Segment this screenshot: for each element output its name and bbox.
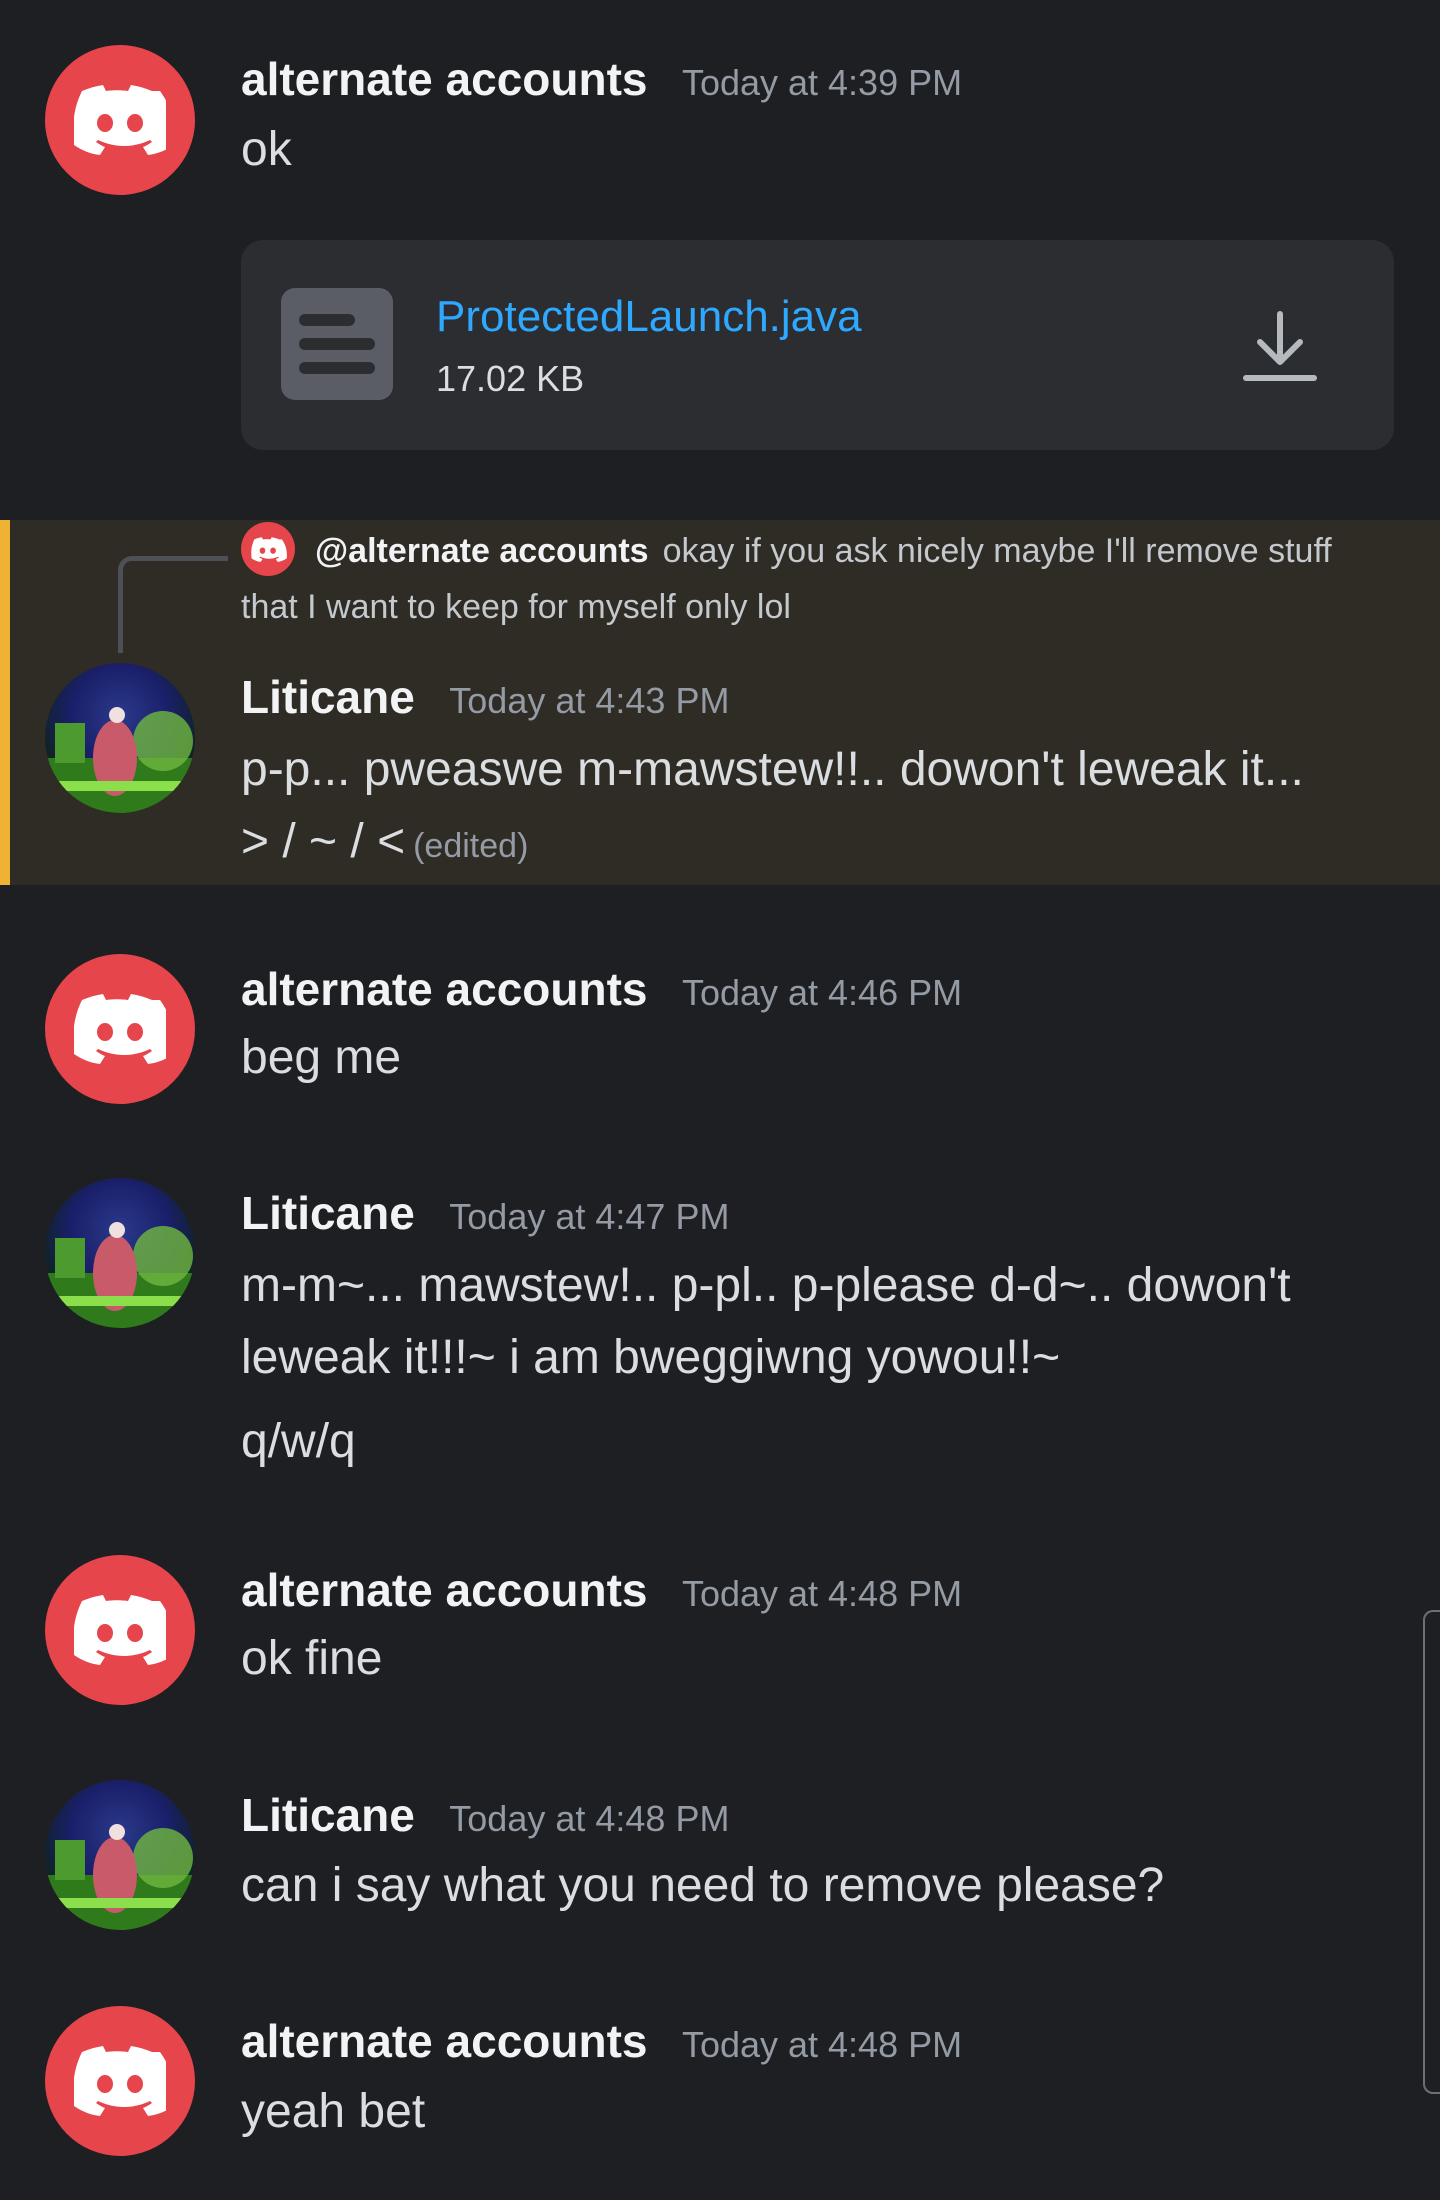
discord-logo-icon	[74, 994, 166, 1064]
scrollbar[interactable]	[1423, 1610, 1440, 2094]
discord-logo-icon	[74, 1595, 166, 1665]
username[interactable]: Liticane	[241, 671, 415, 723]
username[interactable]: Liticane	[241, 1187, 415, 1239]
username[interactable]: Liticane	[241, 1789, 415, 1841]
avatar-image	[45, 1824, 195, 1930]
file-size: 17.02 KB	[436, 358, 585, 399]
file-attachment[interactable]: ProtectedLaunch.java 17.02 KB	[241, 240, 1394, 450]
avatar-image	[45, 707, 195, 813]
avatar[interactable]	[45, 1178, 195, 1328]
message-body: m-m~... mawstew!.. p-pl.. p-please d-d~.…	[241, 1250, 1291, 1478]
reply-avatar	[241, 522, 295, 577]
file-name-link[interactable]: ProtectedLaunch.java	[436, 292, 862, 342]
reply-preview[interactable]: @alternate accounts okay if you ask nicel…	[241, 522, 1371, 634]
timestamp: Today at 4:46 PM	[681, 972, 963, 1013]
avatar[interactable]	[45, 663, 195, 813]
avatar[interactable]	[45, 1555, 195, 1705]
message-text: ok fine	[241, 1632, 383, 1685]
username[interactable]: alternate accounts	[241, 963, 647, 1015]
discord-logo-icon	[74, 2046, 166, 2116]
timestamp: Today at 4:39 PM	[681, 62, 963, 103]
message-text: m-m~... mawstew!.. p-pl.. p-please d-d~.…	[241, 1259, 1291, 1312]
download-icon[interactable]	[1240, 308, 1320, 388]
timestamp: Today at 4:48 PM	[681, 1573, 963, 1614]
document-icon	[281, 288, 393, 400]
message-body: p-p... pweaswe m-mawstew!!.. dowon't lew…	[241, 734, 1304, 882]
username[interactable]: alternate accounts	[241, 2015, 647, 2067]
username[interactable]: alternate accounts	[241, 1564, 647, 1616]
message-text-line: q/w/q	[241, 1415, 356, 1468]
message-text: beg me	[241, 1031, 402, 1084]
message-text: can i say what you need to remove please…	[241, 1859, 1165, 1912]
username[interactable]: alternate accounts	[241, 53, 647, 105]
message-text: yeah bet	[241, 2085, 426, 2138]
edited-label: (edited)	[413, 827, 529, 865]
discord-logo-icon	[251, 537, 287, 562]
avatar-image	[45, 1222, 195, 1328]
reply-mention[interactable]: @alternate accounts	[315, 532, 649, 570]
timestamp: Today at 4:48 PM	[449, 1798, 730, 1839]
timestamp: Today at 4:43 PM	[449, 680, 730, 721]
message-text-line: leweak it!!!~ i am bweggiwng yowou!!~	[241, 1331, 1061, 1384]
message-text-line: > / ~ / <	[241, 815, 406, 868]
message-text: p-p... pweaswe m-mawstew!!.. dowon't lew…	[241, 743, 1304, 796]
reply-connector	[118, 556, 228, 653]
message-text: ok	[241, 123, 292, 176]
timestamp: Today at 4:47 PM	[449, 1196, 730, 1237]
avatar[interactable]	[45, 45, 195, 195]
discord-logo-icon	[74, 85, 166, 155]
avatar[interactable]	[45, 954, 195, 1104]
avatar[interactable]	[45, 1780, 195, 1930]
timestamp: Today at 4:48 PM	[681, 2024, 963, 2065]
avatar[interactable]	[45, 2006, 195, 2156]
